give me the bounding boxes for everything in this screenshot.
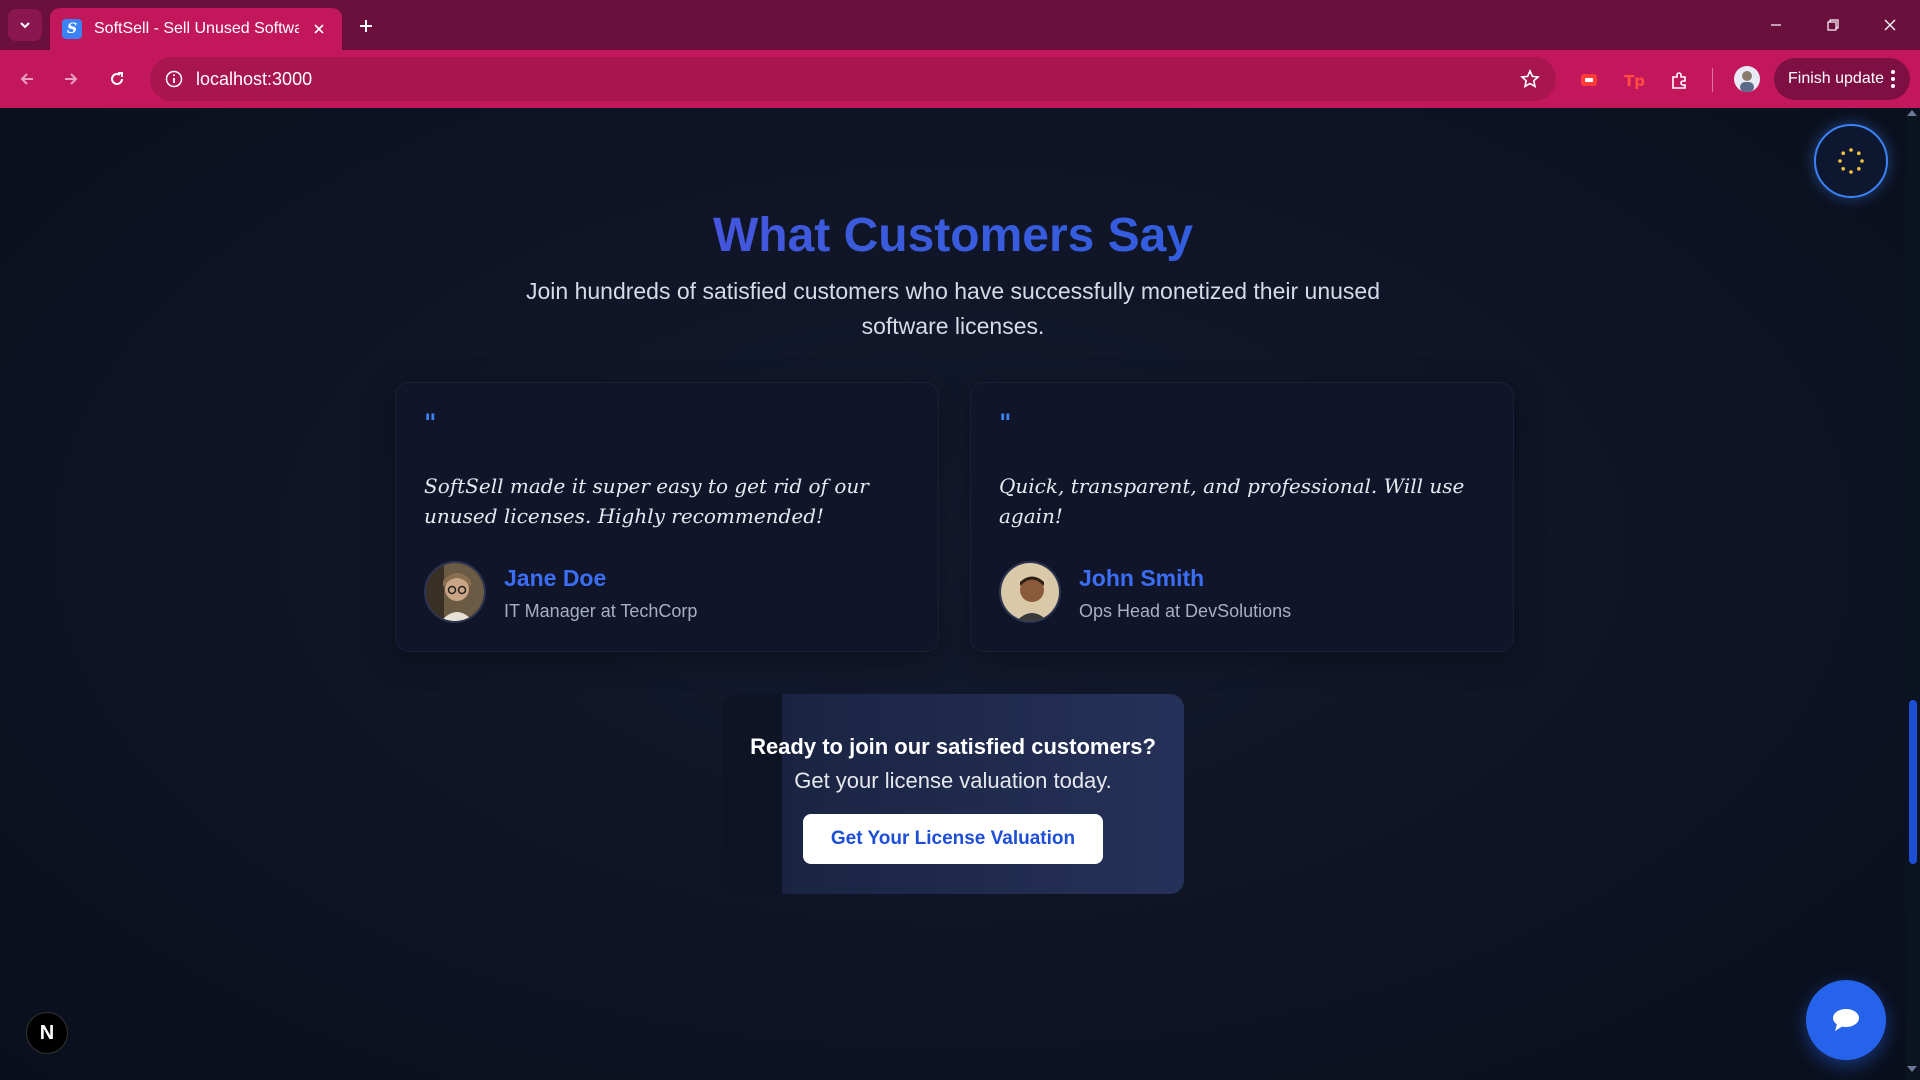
site-info-button[interactable]	[162, 67, 186, 91]
testimonial-quote: SoftSell made it super easy to get rid o…	[424, 474, 869, 528]
active-tab[interactable]: S SoftSell - Sell Unused Software	[50, 8, 342, 50]
testimonial-role: Ops Head at DevSolutions	[1079, 601, 1292, 621]
profile-avatar[interactable]	[1734, 66, 1760, 92]
cta-heading: Ready to join our satisfied customers?	[750, 734, 1156, 759]
scroll-down-arrow-icon[interactable]	[1907, 1066, 1917, 1072]
toolbar-separator	[1712, 68, 1713, 92]
close-window-icon	[1884, 19, 1896, 31]
chat-bubble-icon	[1833, 1009, 1859, 1031]
section-subtitle: Join hundreds of satisfied customers who…	[525, 278, 1380, 339]
tp-extension-icon: Tp	[1624, 72, 1645, 90]
restore-button[interactable]	[1813, 10, 1853, 40]
restore-icon	[1827, 19, 1839, 31]
profile-icon	[1740, 71, 1754, 92]
finish-update-button[interactable]: Finish update	[1774, 58, 1910, 100]
close-icon	[314, 24, 324, 34]
puzzle-icon	[1672, 72, 1686, 89]
tab-title: SoftSell - Sell Unused Software	[94, 20, 299, 37]
theme-toggle-button[interactable]	[1814, 124, 1888, 198]
page-scrollbar[interactable]	[1906, 108, 1920, 1080]
url-text: localhost:3000	[196, 69, 313, 89]
extension-record-button[interactable]	[1577, 68, 1601, 92]
quote-icon: "	[999, 409, 1012, 437]
new-tab-button[interactable]	[352, 12, 380, 40]
john-smith-avatar-icon	[1001, 563, 1059, 621]
tab-close-button[interactable]	[308, 18, 330, 40]
get-valuation-button[interactable]: Get Your License Valuation	[803, 814, 1103, 864]
extension-tp-button[interactable]: Tp	[1622, 68, 1646, 92]
minimize-button[interactable]	[1756, 10, 1796, 40]
tab-bar: S SoftSell - Sell Unused Software	[0, 0, 1920, 50]
testimonial-card: " Quick, transparent, and professional. …	[970, 382, 1514, 652]
extensions-menu-button[interactable]	[1668, 68, 1692, 92]
avatar	[999, 561, 1061, 623]
testimonial-role: IT Manager at TechCorp	[504, 601, 698, 621]
quote-icon: "	[424, 409, 437, 437]
more-icon	[1891, 70, 1895, 88]
cta-subheading: Get your license valuation today.	[794, 768, 1112, 793]
forward-button[interactable]	[56, 64, 86, 94]
reload-icon	[111, 72, 123, 85]
testimonial-card: " SoftSell made it super easy to get rid…	[395, 382, 939, 652]
chat-button[interactable]	[1806, 980, 1886, 1060]
forward-icon	[65, 73, 78, 85]
testimonial-quote: Quick, transparent, and professional. Wi…	[999, 474, 1465, 528]
bookmark-button[interactable]	[1518, 67, 1542, 91]
plus-icon	[360, 20, 372, 32]
reload-button[interactable]	[102, 64, 132, 94]
page-viewport: What Customers Say Join hundreds of sati…	[0, 108, 1906, 1080]
minimize-icon	[1771, 24, 1781, 26]
svg-text:Tp: Tp	[1624, 72, 1645, 90]
address-bar[interactable]: localhost:3000	[150, 57, 1556, 101]
cta-box: Ready to join our satisfied customers? G…	[722, 694, 1184, 894]
star-icon	[1520, 69, 1540, 88]
softsell-favicon-icon: S	[62, 19, 82, 39]
jane-doe-avatar-icon	[426, 563, 484, 621]
close-window-button[interactable]	[1870, 10, 1910, 40]
chevron-down-icon	[20, 22, 30, 29]
nextjs-dev-badge[interactable]: N	[26, 1012, 68, 1054]
finish-update-label: Finish update	[1788, 70, 1885, 87]
browser-toolbar: localhost:3000 Tp	[0, 50, 1920, 108]
back-icon	[20, 73, 33, 85]
section-title: What Customers Say	[0, 208, 1906, 263]
loading-spinner-icon	[1838, 148, 1864, 174]
scroll-up-arrow-icon[interactable]	[1907, 110, 1917, 116]
testimonial-name: Jane Doe	[504, 565, 607, 591]
avatar	[424, 561, 486, 623]
tab-list-button[interactable]	[8, 9, 42, 41]
record-extension-icon	[1581, 74, 1597, 86]
scrollbar-thumb[interactable]	[1909, 700, 1917, 864]
back-button[interactable]	[12, 64, 42, 94]
info-icon	[165, 70, 183, 88]
testimonial-name: John Smith	[1079, 565, 1205, 591]
